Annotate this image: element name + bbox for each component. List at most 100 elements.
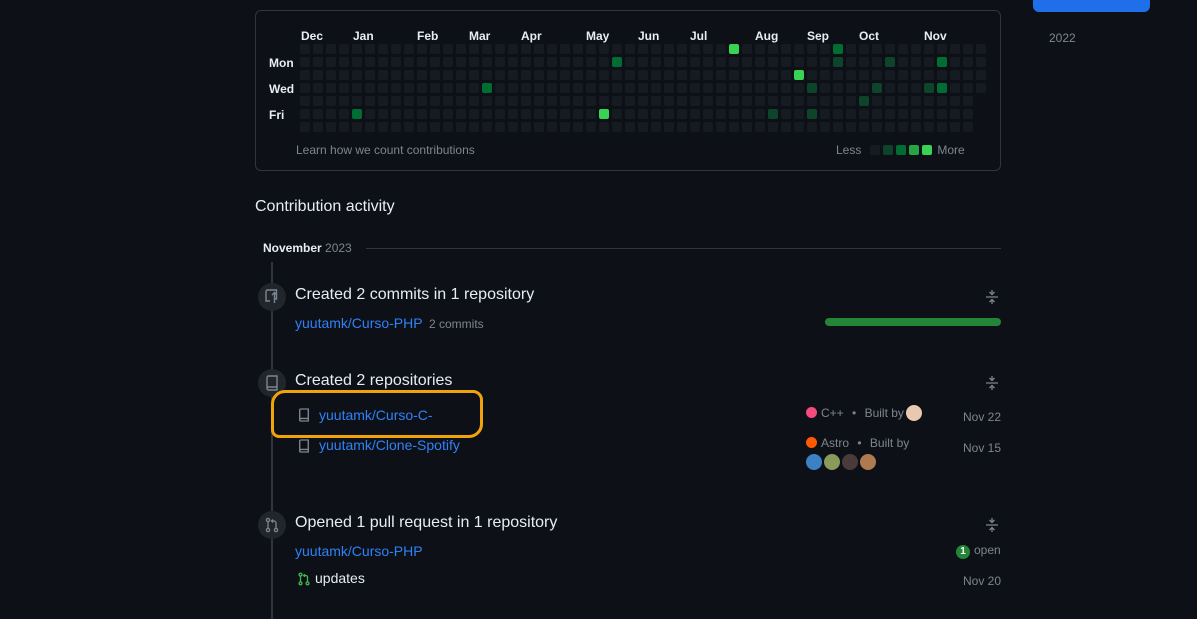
contribution-cell[interactable]	[443, 44, 453, 54]
contribution-cell[interactable]	[924, 83, 934, 93]
contribution-cell[interactable]	[833, 109, 843, 119]
contribution-cell[interactable]	[469, 44, 479, 54]
contribution-cell[interactable]	[846, 122, 856, 132]
contribution-cell[interactable]	[690, 70, 700, 80]
pr-repo-link[interactable]: yuutamk/Curso-PHP	[295, 543, 423, 559]
contribution-cell[interactable]	[612, 122, 622, 132]
contribution-cell[interactable]	[937, 70, 947, 80]
contribution-cell[interactable]	[664, 96, 674, 106]
contribution-cell[interactable]	[820, 109, 830, 119]
contribution-cell[interactable]	[716, 83, 726, 93]
contribution-cell[interactable]	[859, 70, 869, 80]
contribution-cell[interactable]	[963, 57, 973, 67]
contribution-cell[interactable]	[794, 70, 804, 80]
contribution-cell[interactable]	[534, 109, 544, 119]
contribution-cell[interactable]	[872, 83, 882, 93]
contribution-cell[interactable]	[573, 44, 583, 54]
contribution-cell[interactable]	[924, 57, 934, 67]
contribution-cell[interactable]	[937, 83, 947, 93]
contribution-cell[interactable]	[469, 96, 479, 106]
contribution-cell[interactable]	[703, 70, 713, 80]
contribution-cell[interactable]	[651, 109, 661, 119]
avatar[interactable]	[824, 454, 840, 470]
contribution-cell[interactable]	[794, 96, 804, 106]
contribution-cell[interactable]	[820, 44, 830, 54]
contribution-cell[interactable]	[768, 83, 778, 93]
contribution-cell[interactable]	[703, 109, 713, 119]
contribution-cell[interactable]	[651, 57, 661, 67]
contribution-cell[interactable]	[339, 44, 349, 54]
contribution-cell[interactable]	[430, 70, 440, 80]
contribution-cell[interactable]	[911, 57, 921, 67]
contribution-cell[interactable]	[482, 122, 492, 132]
contribution-cell[interactable]	[885, 122, 895, 132]
contribution-cell[interactable]	[508, 96, 518, 106]
contribution-cell[interactable]	[560, 70, 570, 80]
contribution-cell[interactable]	[378, 96, 388, 106]
contribution-cell[interactable]	[456, 83, 466, 93]
contribution-cell[interactable]	[768, 70, 778, 80]
contribution-cell[interactable]	[443, 122, 453, 132]
contribution-cell[interactable]	[586, 96, 596, 106]
contribution-cell[interactable]	[300, 70, 310, 80]
contribution-cell[interactable]	[768, 57, 778, 67]
contribution-cell[interactable]	[586, 44, 596, 54]
contribution-cell[interactable]	[482, 96, 492, 106]
contribution-cell[interactable]	[781, 83, 791, 93]
contribution-cell[interactable]	[937, 57, 947, 67]
contribution-cell[interactable]	[352, 44, 362, 54]
contribution-cell[interactable]	[898, 122, 908, 132]
commits-repo-link[interactable]: yuutamk/Curso-PHP	[295, 315, 423, 331]
avatar[interactable]	[906, 405, 922, 421]
contribution-cell[interactable]	[664, 70, 674, 80]
contribution-cell[interactable]	[417, 96, 427, 106]
contribution-cell[interactable]	[846, 96, 856, 106]
contribution-cell[interactable]	[352, 96, 362, 106]
fold-icon[interactable]	[985, 517, 999, 533]
contribution-cell[interactable]	[963, 96, 973, 106]
contribution-cell[interactable]	[833, 83, 843, 93]
contribution-cell[interactable]	[417, 109, 427, 119]
contribution-cell[interactable]	[365, 96, 375, 106]
contribution-cell[interactable]	[690, 83, 700, 93]
contribution-cell[interactable]	[859, 96, 869, 106]
contribution-cell[interactable]	[781, 70, 791, 80]
contribution-cell[interactable]	[378, 122, 388, 132]
contribution-cell[interactable]	[963, 70, 973, 80]
contribution-cell[interactable]	[755, 109, 765, 119]
contribution-cell[interactable]	[508, 44, 518, 54]
contribution-cell[interactable]	[651, 70, 661, 80]
contribution-cell[interactable]	[469, 70, 479, 80]
contribution-cell[interactable]	[365, 70, 375, 80]
contribution-cell[interactable]	[586, 83, 596, 93]
contribution-cell[interactable]	[300, 44, 310, 54]
contribution-cell[interactable]	[638, 44, 648, 54]
contribution-cell[interactable]	[391, 122, 401, 132]
contribution-cell[interactable]	[846, 83, 856, 93]
contribution-cell[interactable]	[482, 109, 492, 119]
contribution-cell[interactable]	[755, 57, 765, 67]
contribution-cell[interactable]	[833, 96, 843, 106]
contribution-cell[interactable]	[352, 57, 362, 67]
contribution-cell[interactable]	[742, 57, 752, 67]
contribution-cell[interactable]	[417, 57, 427, 67]
contribution-cell[interactable]	[508, 109, 518, 119]
contribution-cell[interactable]	[404, 109, 414, 119]
contribution-cell[interactable]	[885, 83, 895, 93]
contribution-cell[interactable]	[807, 109, 817, 119]
contribution-cell[interactable]	[534, 57, 544, 67]
contribution-cell[interactable]	[378, 109, 388, 119]
contribution-cell[interactable]	[326, 122, 336, 132]
contribution-cell[interactable]	[547, 44, 557, 54]
contribution-cell[interactable]	[911, 70, 921, 80]
contribution-cell[interactable]	[859, 122, 869, 132]
contribution-cell[interactable]	[963, 83, 973, 93]
contribution-cell[interactable]	[573, 57, 583, 67]
contribution-cell[interactable]	[911, 96, 921, 106]
contribution-cell[interactable]	[443, 96, 453, 106]
contribution-cell[interactable]	[703, 122, 713, 132]
contribution-cell[interactable]	[560, 122, 570, 132]
contribution-cell[interactable]	[417, 83, 427, 93]
contribution-cell[interactable]	[742, 96, 752, 106]
contribution-cell[interactable]	[560, 57, 570, 67]
